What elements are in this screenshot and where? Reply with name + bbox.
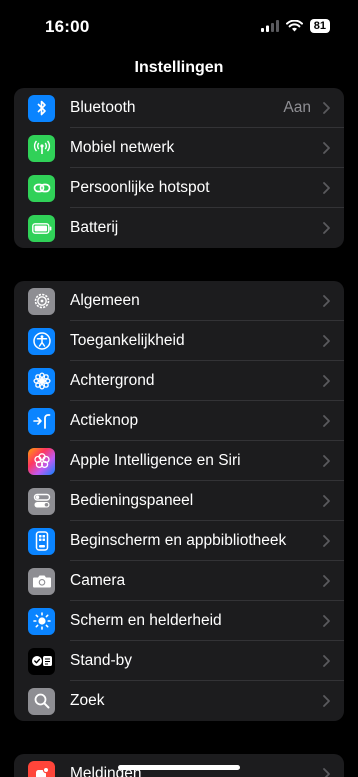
flower-icon <box>28 367 55 395</box>
status-time: 16:00 <box>45 17 90 36</box>
settings-row-label: Toegankelijkheid <box>70 332 185 349</box>
chevron-right-icon <box>323 575 330 587</box>
control-center-icon <box>28 487 55 515</box>
settings-row-control-center[interactable]: Bedieningspaneel <box>14 481 344 521</box>
settings-row-wallpaper[interactable]: Achtergrond <box>14 361 344 401</box>
settings-row-value: Aan <box>283 99 311 116</box>
settings-row-label: Apple Intelligence en Siri <box>70 452 241 469</box>
settings-row-apple-intelligence[interactable]: Apple Intelligence en Siri <box>14 441 344 481</box>
standby-icon <box>28 647 55 675</box>
bluetooth-icon <box>28 94 55 122</box>
status-icons: 81 <box>260 19 330 33</box>
page-title: Instellingen <box>134 59 224 76</box>
chevron-right-icon <box>323 455 330 467</box>
chevron-right-icon <box>323 535 330 547</box>
settings-row-general[interactable]: Algemeen <box>14 281 344 321</box>
gear-icon <box>28 287 55 315</box>
settings-row-search[interactable]: Zoek <box>14 681 344 721</box>
settings-row-home-screen[interactable]: Beginscherm en appbibliotheek <box>14 521 344 561</box>
camera-icon <box>28 567 55 595</box>
settings-row-label: Beginscherm en appbibliotheek <box>70 532 287 549</box>
settings-row-label: Bedieningspaneel <box>70 492 194 509</box>
action-button-icon <box>28 407 55 435</box>
settings-row-label: Actieknop <box>70 412 139 429</box>
settings-row-action-button[interactable]: Actieknop <box>14 401 344 441</box>
settings-row-label: Bluetooth <box>70 99 136 116</box>
battery-level: 81 <box>309 19 330 33</box>
chevron-right-icon <box>323 615 330 627</box>
notifications-icon <box>28 760 55 777</box>
settings-row-label: Achtergrond <box>70 372 155 389</box>
home-screen-icon <box>28 527 55 555</box>
settings-row-mobile-network[interactable]: Mobiel netwerk <box>14 128 344 168</box>
sun-icon <box>28 607 55 635</box>
settings-row-bluetooth[interactable]: Bluetooth Aan <box>14 88 344 128</box>
settings-row-accessibility[interactable]: Toegankelijkheid <box>14 321 344 361</box>
antenna-icon <box>28 134 55 162</box>
settings-row-standby[interactable]: Stand-by <box>14 641 344 681</box>
chevron-right-icon <box>323 222 330 234</box>
settings-group-general: Algemeen Toegankelijkheid Achtergrond Ac… <box>14 281 344 721</box>
settings-row-camera[interactable]: Camera <box>14 561 344 601</box>
chevron-right-icon <box>323 335 330 347</box>
settings-row-label: Algemeen <box>70 292 140 309</box>
cellular-signal-icon <box>260 20 279 32</box>
search-icon <box>28 687 55 715</box>
settings-row-label: Scherm en helderheid <box>70 612 222 629</box>
chevron-right-icon <box>323 295 330 307</box>
chevron-right-icon <box>323 495 330 507</box>
settings-row-label: Batterij <box>70 219 119 236</box>
settings-row-label: Mobiel netwerk <box>70 139 175 156</box>
settings-row-label: Zoek <box>70 692 105 709</box>
settings-row-label: Stand-by <box>70 652 133 669</box>
status-bar: 16:00 81 <box>0 0 358 52</box>
battery-icon <box>28 214 55 242</box>
home-indicator[interactable] <box>118 765 240 770</box>
settings-row-personal-hotspot[interactable]: Persoonlijke hotspot <box>14 168 344 208</box>
chevron-right-icon <box>323 102 330 114</box>
settings-row-label: Persoonlijke hotspot <box>70 179 210 196</box>
chevron-right-icon <box>323 375 330 387</box>
settings-row-label: Camera <box>70 572 126 589</box>
chevron-right-icon <box>323 142 330 154</box>
settings-row-battery[interactable]: Batterij <box>14 208 344 248</box>
settings-row-display-brightness[interactable]: Scherm en helderheid <box>14 601 344 641</box>
chevron-right-icon <box>323 768 330 777</box>
wifi-icon <box>285 20 303 32</box>
apple-intelligence-icon <box>28 447 55 475</box>
chevron-right-icon <box>323 655 330 667</box>
accessibility-icon <box>28 327 55 355</box>
chevron-right-icon <box>323 182 330 194</box>
hotspot-link-icon <box>28 174 55 202</box>
chevron-right-icon <box>323 415 330 427</box>
chevron-right-icon <box>323 695 330 707</box>
settings-group-connectivity: Bluetooth Aan Mobiel netwerk Persoonlijk… <box>14 88 344 248</box>
